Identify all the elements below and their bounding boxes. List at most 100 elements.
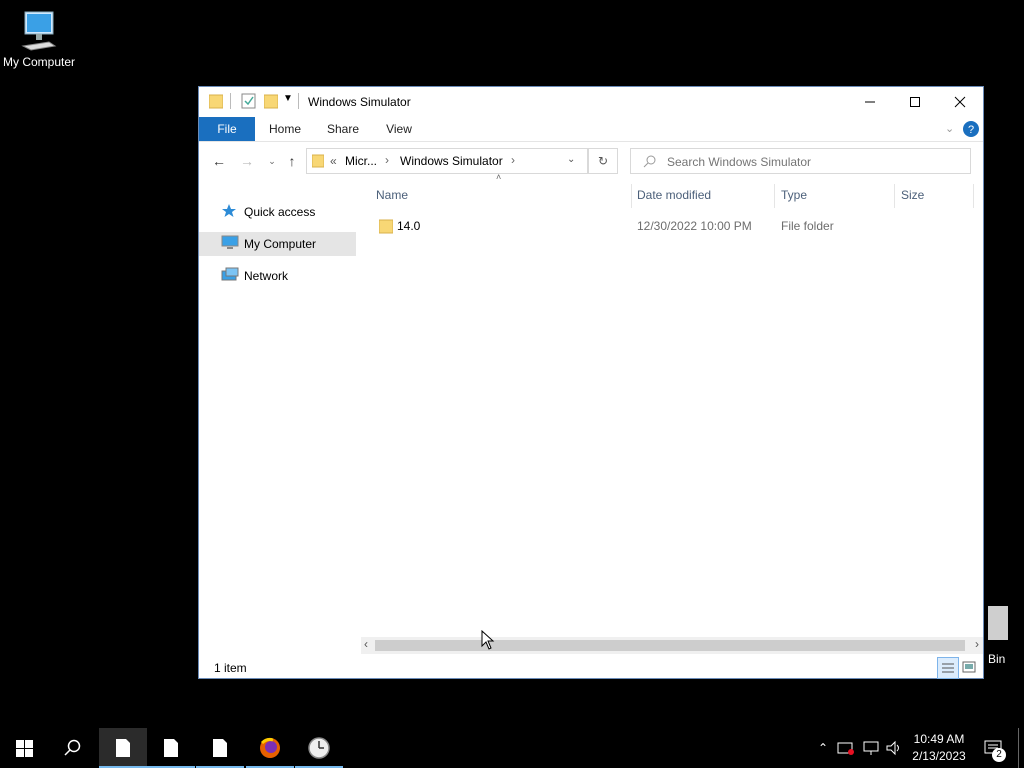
security-icon	[837, 742, 854, 755]
recent-locations-button[interactable]: ⌄	[261, 150, 283, 172]
tab-share[interactable]: Share	[319, 117, 367, 141]
search-icon	[643, 155, 656, 168]
large-icons-view-button[interactable]	[959, 657, 979, 677]
clock-date: 2/13/2023	[912, 749, 966, 763]
scroll-right-icon[interactable]: ›	[975, 637, 979, 651]
customize-qat-icon[interactable]: ▼	[283, 93, 293, 104]
column-header-size[interactable]: Size	[901, 188, 924, 202]
window-title: Windows Simulator	[308, 95, 411, 109]
tab-view[interactable]: View	[375, 117, 423, 141]
properties-icon[interactable]	[241, 93, 257, 109]
explorer-window: ▼ Windows Simulator File Home Share View…	[198, 86, 984, 679]
firefox-icon	[260, 737, 280, 758]
search-box[interactable]	[630, 148, 971, 174]
tray-security-icon[interactable]	[836, 728, 856, 768]
document-icon	[116, 739, 130, 757]
chevron-up-icon: ⌃	[817, 741, 829, 755]
windows-logo-icon	[15, 739, 33, 757]
refresh-button[interactable]: ↻	[588, 148, 618, 174]
start-button[interactable]	[0, 728, 48, 768]
column-header-type[interactable]: Type	[781, 188, 807, 202]
clock-icon	[308, 737, 330, 759]
desktop-icon-my-computer[interactable]: My Computer	[0, 10, 78, 69]
ribbon-tabs: File Home Share View ⌄ ?	[199, 117, 983, 142]
taskbar-app-document-3[interactable]	[196, 728, 244, 768]
tray-network-icon[interactable]	[860, 728, 882, 768]
chevron-down-icon[interactable]: ⌄	[567, 154, 575, 165]
taskbar-app-firefox[interactable]	[246, 728, 294, 768]
title-bar: ▼ Windows Simulator	[199, 87, 983, 117]
details-view-button[interactable]	[937, 657, 959, 679]
maximize-icon	[910, 97, 920, 107]
file-type: File folder	[781, 219, 834, 233]
nav-item-label: My Computer	[244, 237, 317, 251]
column-header-name[interactable]: Name	[376, 188, 408, 202]
address-row: ← → ⌄ ↑ « Micr... › Windows Simulator › …	[199, 142, 983, 180]
action-center-button[interactable]: 2	[980, 728, 1008, 768]
breadcrumb-item[interactable]: Micr...	[345, 154, 377, 168]
help-icon[interactable]: ?	[963, 121, 979, 137]
show-hidden-icons-button[interactable]: ⌃	[814, 728, 832, 768]
tray-volume-icon[interactable]	[884, 728, 904, 768]
nav-item-network[interactable]: Network	[199, 264, 356, 288]
forward-button[interactable]: →	[236, 150, 258, 172]
horizontal-scrollbar[interactable]: ‹ ›	[361, 637, 983, 654]
scrollbar-thumb[interactable]	[375, 640, 965, 651]
search-icon	[64, 739, 81, 756]
separator	[230, 93, 231, 109]
address-bar[interactable]: « Micr... › Windows Simulator › ⌄	[306, 148, 588, 174]
taskbar: ⌃ 10:49 AM 2/13/2023 2	[0, 728, 1024, 768]
chevron-right-icon[interactable]: ›	[385, 153, 389, 167]
network-icon	[221, 267, 239, 281]
chevron-right-icon[interactable]: ›	[511, 153, 515, 167]
scroll-left-icon[interactable]: ‹	[364, 637, 368, 651]
large-icons-view-icon	[962, 661, 976, 673]
folder-icon	[209, 94, 223, 109]
file-list: ˄ Name Date modified Type Size 14.0 12/3…	[357, 172, 983, 650]
star-icon	[222, 204, 236, 217]
mouse-cursor-icon	[481, 630, 495, 650]
close-button[interactable]	[937, 87, 983, 117]
table-row[interactable]: 14.0 12/30/2022 10:00 PM File folder	[367, 215, 977, 237]
column-header-date[interactable]: Date modified	[637, 188, 711, 202]
show-desktop-button[interactable]	[1018, 728, 1019, 768]
maximize-button[interactable]	[892, 87, 938, 117]
address-overflow[interactable]: «	[330, 154, 337, 168]
new-folder-icon[interactable]	[264, 93, 278, 109]
navigation-pane: Quick access My Computer Network	[199, 180, 356, 650]
file-date: 12/30/2022 10:00 PM	[637, 219, 752, 233]
back-button[interactable]: ←	[208, 150, 230, 172]
taskbar-clock[interactable]: 10:49 AM 2/13/2023	[904, 731, 974, 765]
item-count: 1 item	[214, 661, 247, 675]
search-button[interactable]	[48, 728, 96, 768]
taskbar-app-clock[interactable]	[295, 728, 343, 768]
svg-text:?: ?	[968, 124, 974, 136]
nav-item-label: Quick access	[244, 205, 316, 219]
minimize-button[interactable]	[847, 87, 893, 117]
search-input[interactable]	[665, 152, 959, 172]
breadcrumb-item[interactable]: Windows Simulator	[400, 154, 503, 168]
sort-up-icon: ˄	[496, 172, 502, 182]
expand-ribbon-icon[interactable]: ⌄	[945, 122, 954, 135]
minimize-icon	[865, 101, 875, 103]
nav-item-quick-access[interactable]: Quick access	[199, 200, 356, 224]
details-view-icon	[942, 663, 954, 673]
nav-item-my-computer[interactable]: My Computer	[199, 232, 356, 256]
column-divider[interactable]	[894, 184, 895, 208]
taskbar-app-document-2[interactable]	[147, 728, 195, 768]
nav-item-label: Network	[244, 269, 289, 283]
clock-time: 10:49 AM	[913, 732, 965, 746]
notification-badge: 2	[992, 748, 1006, 762]
close-icon	[954, 96, 966, 108]
up-button[interactable]: ↑	[281, 150, 303, 172]
document-icon	[164, 739, 178, 757]
column-divider[interactable]	[631, 184, 632, 208]
file-name: 14.0	[397, 219, 421, 233]
separator	[298, 93, 299, 109]
column-divider[interactable]	[774, 184, 775, 208]
tab-file[interactable]: File	[199, 117, 255, 141]
tab-home[interactable]: Home	[261, 117, 309, 141]
column-divider[interactable]	[973, 184, 974, 208]
taskbar-app-document-1[interactable]	[99, 728, 147, 768]
folder-icon	[312, 154, 324, 168]
